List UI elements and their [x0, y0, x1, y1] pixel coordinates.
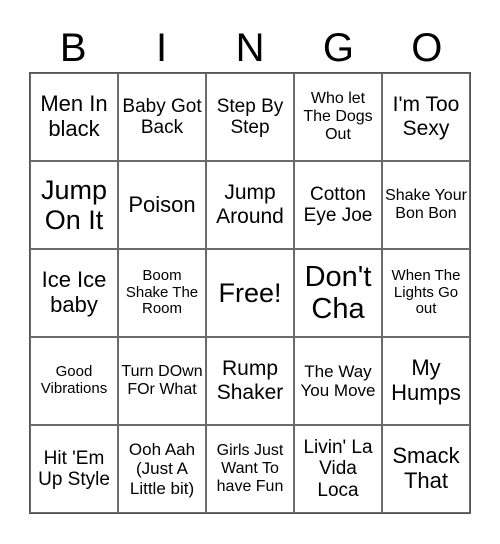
bingo-cell[interactable]: Smack That — [382, 425, 470, 513]
bingo-cell[interactable]: Who let The Dogs Out — [294, 73, 382, 161]
bingo-cell[interactable]: Jump Around — [206, 161, 294, 249]
bingo-cell[interactable]: Poison — [118, 161, 206, 249]
bingo-cell[interactable]: Good Vibrations — [30, 337, 118, 425]
bingo-cell[interactable]: Men In black — [30, 73, 118, 161]
header-letter-n: N — [235, 26, 265, 70]
bingo-cell[interactable]: Cotton Eye Joe — [294, 161, 382, 249]
free-space[interactable]: Free! — [206, 249, 294, 337]
bingo-cell[interactable]: Girls Just Want To have Fun — [206, 425, 294, 513]
bingo-cell[interactable]: Hit 'Em Up Style — [30, 425, 118, 513]
header-letter-b: B — [59, 26, 87, 70]
bingo-cell[interactable]: Boom Shake The Room — [118, 249, 206, 337]
header-letter-i: I — [156, 26, 168, 70]
bingo-cell[interactable]: The Way You Move — [294, 337, 382, 425]
bingo-cell[interactable]: Ice Ice baby — [30, 249, 118, 337]
header-letter-o: O — [411, 26, 443, 70]
bingo-cell[interactable]: Step By Step — [206, 73, 294, 161]
bingo-cell[interactable]: Turn DOwn FOr What — [118, 337, 206, 425]
bingo-cell[interactable]: When The Lights Go out — [382, 249, 470, 337]
bingo-cell[interactable]: I'm Too Sexy — [382, 73, 470, 161]
bingo-cell[interactable]: Jump On It — [30, 161, 118, 249]
bingo-card: Men In black Baby Got Back Step By Step … — [29, 72, 471, 514]
bingo-cell[interactable]: Livin' La Vida Loca — [294, 425, 382, 513]
bingo-header: B I N G O — [29, 22, 471, 72]
bingo-cell[interactable]: Shake Your Bon Bon — [382, 161, 470, 249]
bingo-cell[interactable]: Rump Shaker — [206, 337, 294, 425]
bingo-cell[interactable]: Don't Cha — [294, 249, 382, 337]
bingo-cell[interactable]: My Humps — [382, 337, 470, 425]
bingo-cell[interactable]: Ooh Aah (Just A Little bit) — [118, 425, 206, 513]
header-letter-g: G — [322, 26, 354, 70]
bingo-cell[interactable]: Baby Got Back — [118, 73, 206, 161]
